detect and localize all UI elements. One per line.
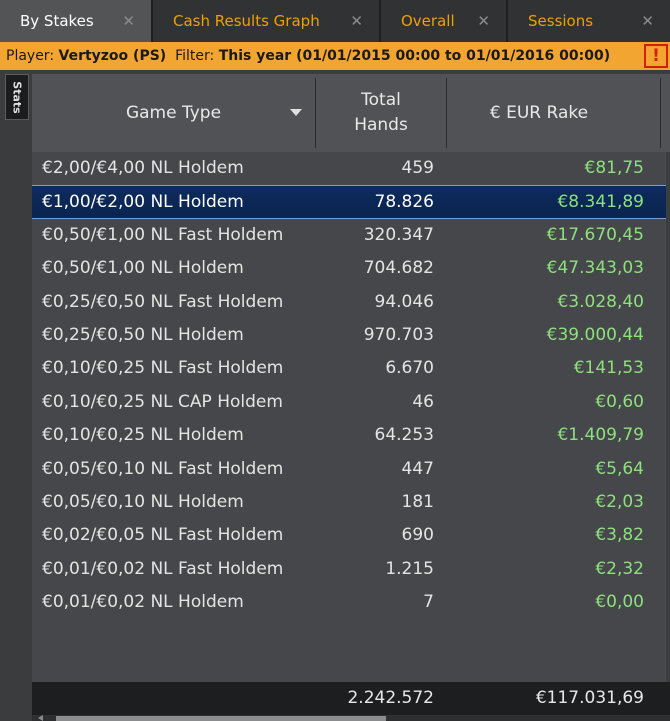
cell-rake: €3.028,40	[557, 291, 644, 312]
cell-total-hands: 181	[401, 491, 434, 512]
cell-total-hands: 690	[401, 525, 434, 546]
cell-rake: €0,60	[595, 391, 644, 412]
table-row[interactable]: €0,25/€0,50 NL Fast Holdem 94.046 €3.028…	[32, 286, 670, 319]
table-header: Game Type Total Hands € EUR Rake	[32, 74, 670, 152]
column-header-label-line1: Total	[361, 90, 401, 110]
cell-rake: €2,32	[595, 558, 644, 579]
cell-rake: €2,03	[595, 491, 644, 512]
cell-game-type: €0,25/€0,50 NL Holdem	[42, 324, 244, 345]
cell-total-hands: 704.682	[363, 258, 434, 279]
cell-rake: €3,82	[595, 525, 644, 546]
cell-game-type: €0,01/€0,02 NL Fast Holdem	[42, 558, 284, 579]
table-row[interactable]: €0,50/€1,00 NL Holdem 704.682 €47.343,03	[32, 252, 670, 285]
table-row[interactable]: €0,50/€1,00 NL Fast Holdem 320.347 €17.6…	[32, 219, 670, 252]
filter-label: Filter:	[175, 48, 215, 64]
cell-game-type: €0,50/€1,00 NL Fast Holdem	[42, 224, 284, 245]
chevron-down-icon[interactable]	[290, 109, 302, 116]
column-header-label: € EUR Rake	[489, 103, 589, 123]
stats-side-tab-label: Stats	[10, 80, 24, 114]
filter-value: This year (01/01/2015 00:00 to 01/01/201…	[218, 48, 611, 64]
table-row[interactable]: €0,01/€0,02 NL Holdem 7 €0,00	[32, 586, 670, 619]
column-header-game-type[interactable]: Game Type	[32, 74, 315, 152]
cell-rake: €47.343,03	[546, 258, 644, 279]
column-header-rake[interactable]: € EUR Rake	[447, 74, 631, 152]
close-icon[interactable]: ✕	[122, 12, 135, 30]
table-totals-row: 2.242.572 €117.031,69	[32, 682, 670, 715]
tab-label: Cash Results Graph	[173, 12, 320, 30]
player-label: Player:	[6, 48, 55, 64]
filter-bar[interactable]: Player: Vertyzoo (PS) Filter: This year …	[0, 42, 670, 70]
stakes-table: Game Type Total Hands € EUR Rake €2,00/€…	[32, 74, 670, 721]
tab-label: Overall	[401, 12, 455, 30]
cell-rake: €81,75	[584, 158, 644, 178]
column-divider[interactable]	[660, 78, 661, 148]
column-header-label-line2: Hands	[354, 115, 408, 135]
tab-overall[interactable]: Overall ✕	[381, 0, 508, 42]
player-value: Vertyzoo (PS)	[58, 48, 167, 64]
tab-label: By Stakes	[20, 12, 94, 30]
cell-total-hands: 7	[423, 592, 434, 613]
cell-rake: €0,00	[595, 592, 644, 613]
table-row[interactable]: €0,05/€0,10 NL Holdem 181 €2,03	[32, 486, 670, 519]
close-icon[interactable]: ✕	[641, 12, 654, 30]
cell-game-type: €0,25/€0,50 NL Fast Holdem	[42, 291, 284, 312]
cell-total-hands: 459	[401, 158, 434, 178]
column-header-total-hands[interactable]: Total Hands	[316, 74, 446, 152]
total-rake: €117.031,69	[535, 688, 644, 708]
close-icon[interactable]: ✕	[350, 12, 363, 30]
vertical-scroll-track[interactable]	[666, 152, 670, 682]
total-hands: 2.242.572	[347, 688, 434, 708]
table-row[interactable]: €0,01/€0,02 NL Fast Holdem 1.215 €2,32	[32, 553, 670, 586]
cell-game-type: €0,10/€0,25 NL Fast Holdem	[42, 358, 284, 379]
cell-rake: €1.409,79	[557, 425, 644, 446]
tab-bar: By Stakes ✕ Cash Results Graph ✕ Overall…	[0, 0, 670, 42]
cell-total-hands: 78.826	[374, 192, 434, 213]
tab-cash-results-graph[interactable]: Cash Results Graph ✕	[153, 0, 381, 42]
cell-total-hands: 447	[401, 458, 434, 479]
cell-game-type: €0,50/€1,00 NL Holdem	[42, 258, 244, 279]
horizontal-scrollbar[interactable]	[32, 715, 670, 721]
cell-total-hands: 94.046	[374, 291, 434, 312]
cell-game-type: €0,02/€0,05 NL Fast Holdem	[42, 525, 284, 546]
cell-game-type: €0,10/€0,25 NL CAP Holdem	[42, 391, 283, 412]
tab-label: Sessions	[528, 12, 594, 30]
tab-sessions[interactable]: Sessions ✕	[508, 0, 670, 42]
cell-total-hands: 1.215	[385, 558, 434, 579]
cell-total-hands: 970.703	[363, 324, 434, 345]
scroll-left-icon[interactable]	[38, 715, 43, 721]
cell-total-hands: 64.253	[374, 425, 434, 446]
cell-rake: €17.670,45	[546, 224, 644, 245]
cell-game-type: €0,10/€0,25 NL Holdem	[42, 425, 244, 446]
close-icon[interactable]: ✕	[477, 12, 490, 30]
table-row-selected[interactable]: €1,00/€2,00 NL Holdem 78.826 €8.341,89	[32, 185, 670, 219]
cell-rake: €5,64	[595, 458, 644, 479]
column-header-label: Game Type	[125, 103, 222, 123]
cell-rake: €141,53	[573, 358, 644, 379]
stats-side-tab[interactable]: Stats	[5, 74, 29, 120]
table-row[interactable]: €0,10/€0,25 NL Holdem 64.253 €1.409,79	[32, 419, 670, 452]
table-row[interactable]: €0,10/€0,25 NL Fast Holdem 6.670 €141,53	[32, 352, 670, 385]
cell-game-type: €0,05/€0,10 NL Holdem	[42, 491, 244, 512]
cell-game-type: €0,01/€0,02 NL Holdem	[42, 592, 244, 613]
table-body: €2,00/€4,00 NL Holdem 459 €81,75 €1,00/€…	[32, 152, 670, 619]
cell-total-hands: 320.347	[363, 224, 434, 245]
table-row[interactable]: €0,05/€0,10 NL Fast Holdem 447 €5,64	[32, 453, 670, 486]
scrollbar-thumb[interactable]	[56, 716, 386, 721]
alert-icon[interactable]: !	[644, 44, 668, 68]
tab-by-stakes[interactable]: By Stakes ✕	[0, 0, 153, 42]
alert-symbol: !	[652, 46, 660, 66]
table-row[interactable]: €0,10/€0,25 NL CAP Holdem 46 €0,60	[32, 386, 670, 419]
table-row[interactable]: €0,02/€0,05 NL Fast Holdem 690 €3,82	[32, 519, 670, 552]
cell-total-hands: 6.670	[385, 358, 434, 379]
cell-game-type: €0,05/€0,10 NL Fast Holdem	[42, 458, 284, 479]
table-row[interactable]: €2,00/€4,00 NL Holdem 459 €81,75	[32, 152, 670, 185]
cell-rake: €8.341,89	[557, 192, 644, 213]
cell-total-hands: 46	[412, 391, 434, 412]
cell-game-type: €2,00/€4,00 NL Holdem	[42, 158, 244, 178]
cell-rake: €39.000,44	[546, 324, 644, 345]
cell-game-type: €1,00/€2,00 NL Holdem	[42, 192, 244, 213]
table-row[interactable]: €0,25/€0,50 NL Holdem 970.703 €39.000,44	[32, 319, 670, 352]
